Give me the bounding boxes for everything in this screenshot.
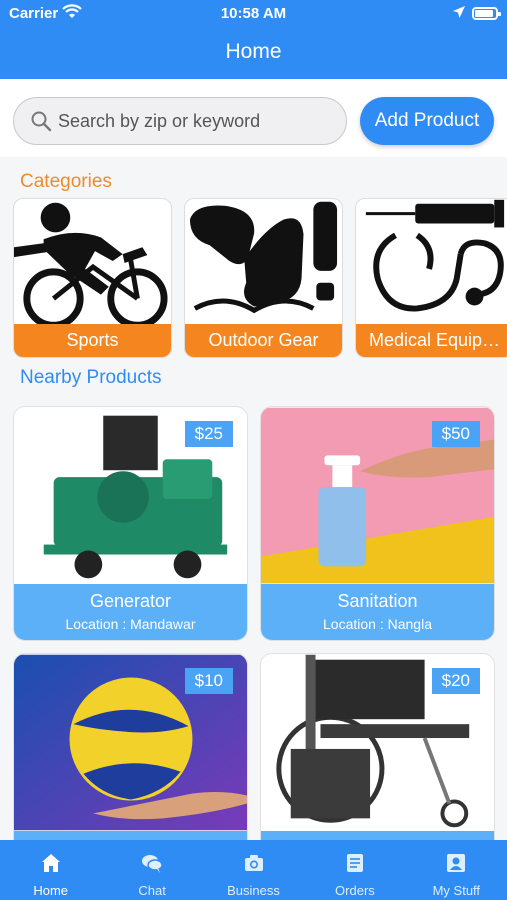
product-info: Generator Location : Mandawar [14,584,247,640]
product-name: Generator [89,591,172,611]
tab-label: My Stuff [432,883,481,898]
category-label: Sports [14,324,171,357]
product-info: Sanitation Location : Nangla [261,584,494,640]
tab-home[interactable]: Home [0,840,101,900]
camera-icon [244,855,263,871]
price-badge: $20 [431,668,480,694]
category-medical-equipment[interactable]: Medical Equip… [355,198,507,358]
location-arrow-icon [453,6,465,18]
orders-icon [346,854,363,872]
tab-label: Home [33,883,69,898]
tab-label: Chat [138,883,166,898]
tab-label: Business [227,883,280,898]
product-name: Sanitation [337,591,418,611]
price-badge: $25 [184,421,233,447]
chat-icon [142,855,163,873]
category-sports[interactable]: Sports [13,198,172,358]
clock: 10:58 AM [220,5,287,22]
product-location: Location : Mandawar [65,616,196,632]
tab-bar: Home Chat Business Orders My Stuff [0,840,507,900]
battery-icon [472,7,501,20]
home-icon [41,854,60,872]
top-bar: Carrier 10:58 AM Home [0,0,507,79]
add-product-button[interactable]: Add Product [360,97,494,145]
cyclist-icon [14,202,168,326]
tab-orders[interactable]: Orders [304,840,405,900]
status-bar: Carrier 10:58 AM [0,0,507,30]
category-label: Medical Equip… [356,324,507,357]
category-outdoor-gear[interactable]: Outdoor Gear [184,198,343,358]
stethoscope-syringe-icon [365,199,505,312]
page-title: Home [225,40,282,63]
categories-heading: Categories [20,171,112,192]
tab-my-stuff[interactable]: My Stuff [406,840,507,900]
product-location: Location : Nangla [323,616,432,632]
search-icon [31,111,52,132]
search-bar[interactable] [13,97,347,145]
search-row: Add Product [0,79,507,157]
search-input[interactable] [58,110,318,132]
profile-icon [447,854,466,872]
nearby-products-heading: Nearby Products [20,367,162,388]
outdoor-gear-icon [189,201,338,314]
product-card-generator[interactable]: $25 Generator Location : Mandawar [13,406,248,641]
price-badge: $50 [431,421,480,447]
tab-business[interactable]: Business [203,840,304,900]
product-card-sanitation[interactable]: $50 Sanitation Location : Nangla [260,406,495,641]
price-badge: $10 [184,668,233,694]
tab-chat[interactable]: Chat [101,840,202,900]
tab-label: Orders [335,883,375,898]
category-label: Outdoor Gear [185,324,342,357]
